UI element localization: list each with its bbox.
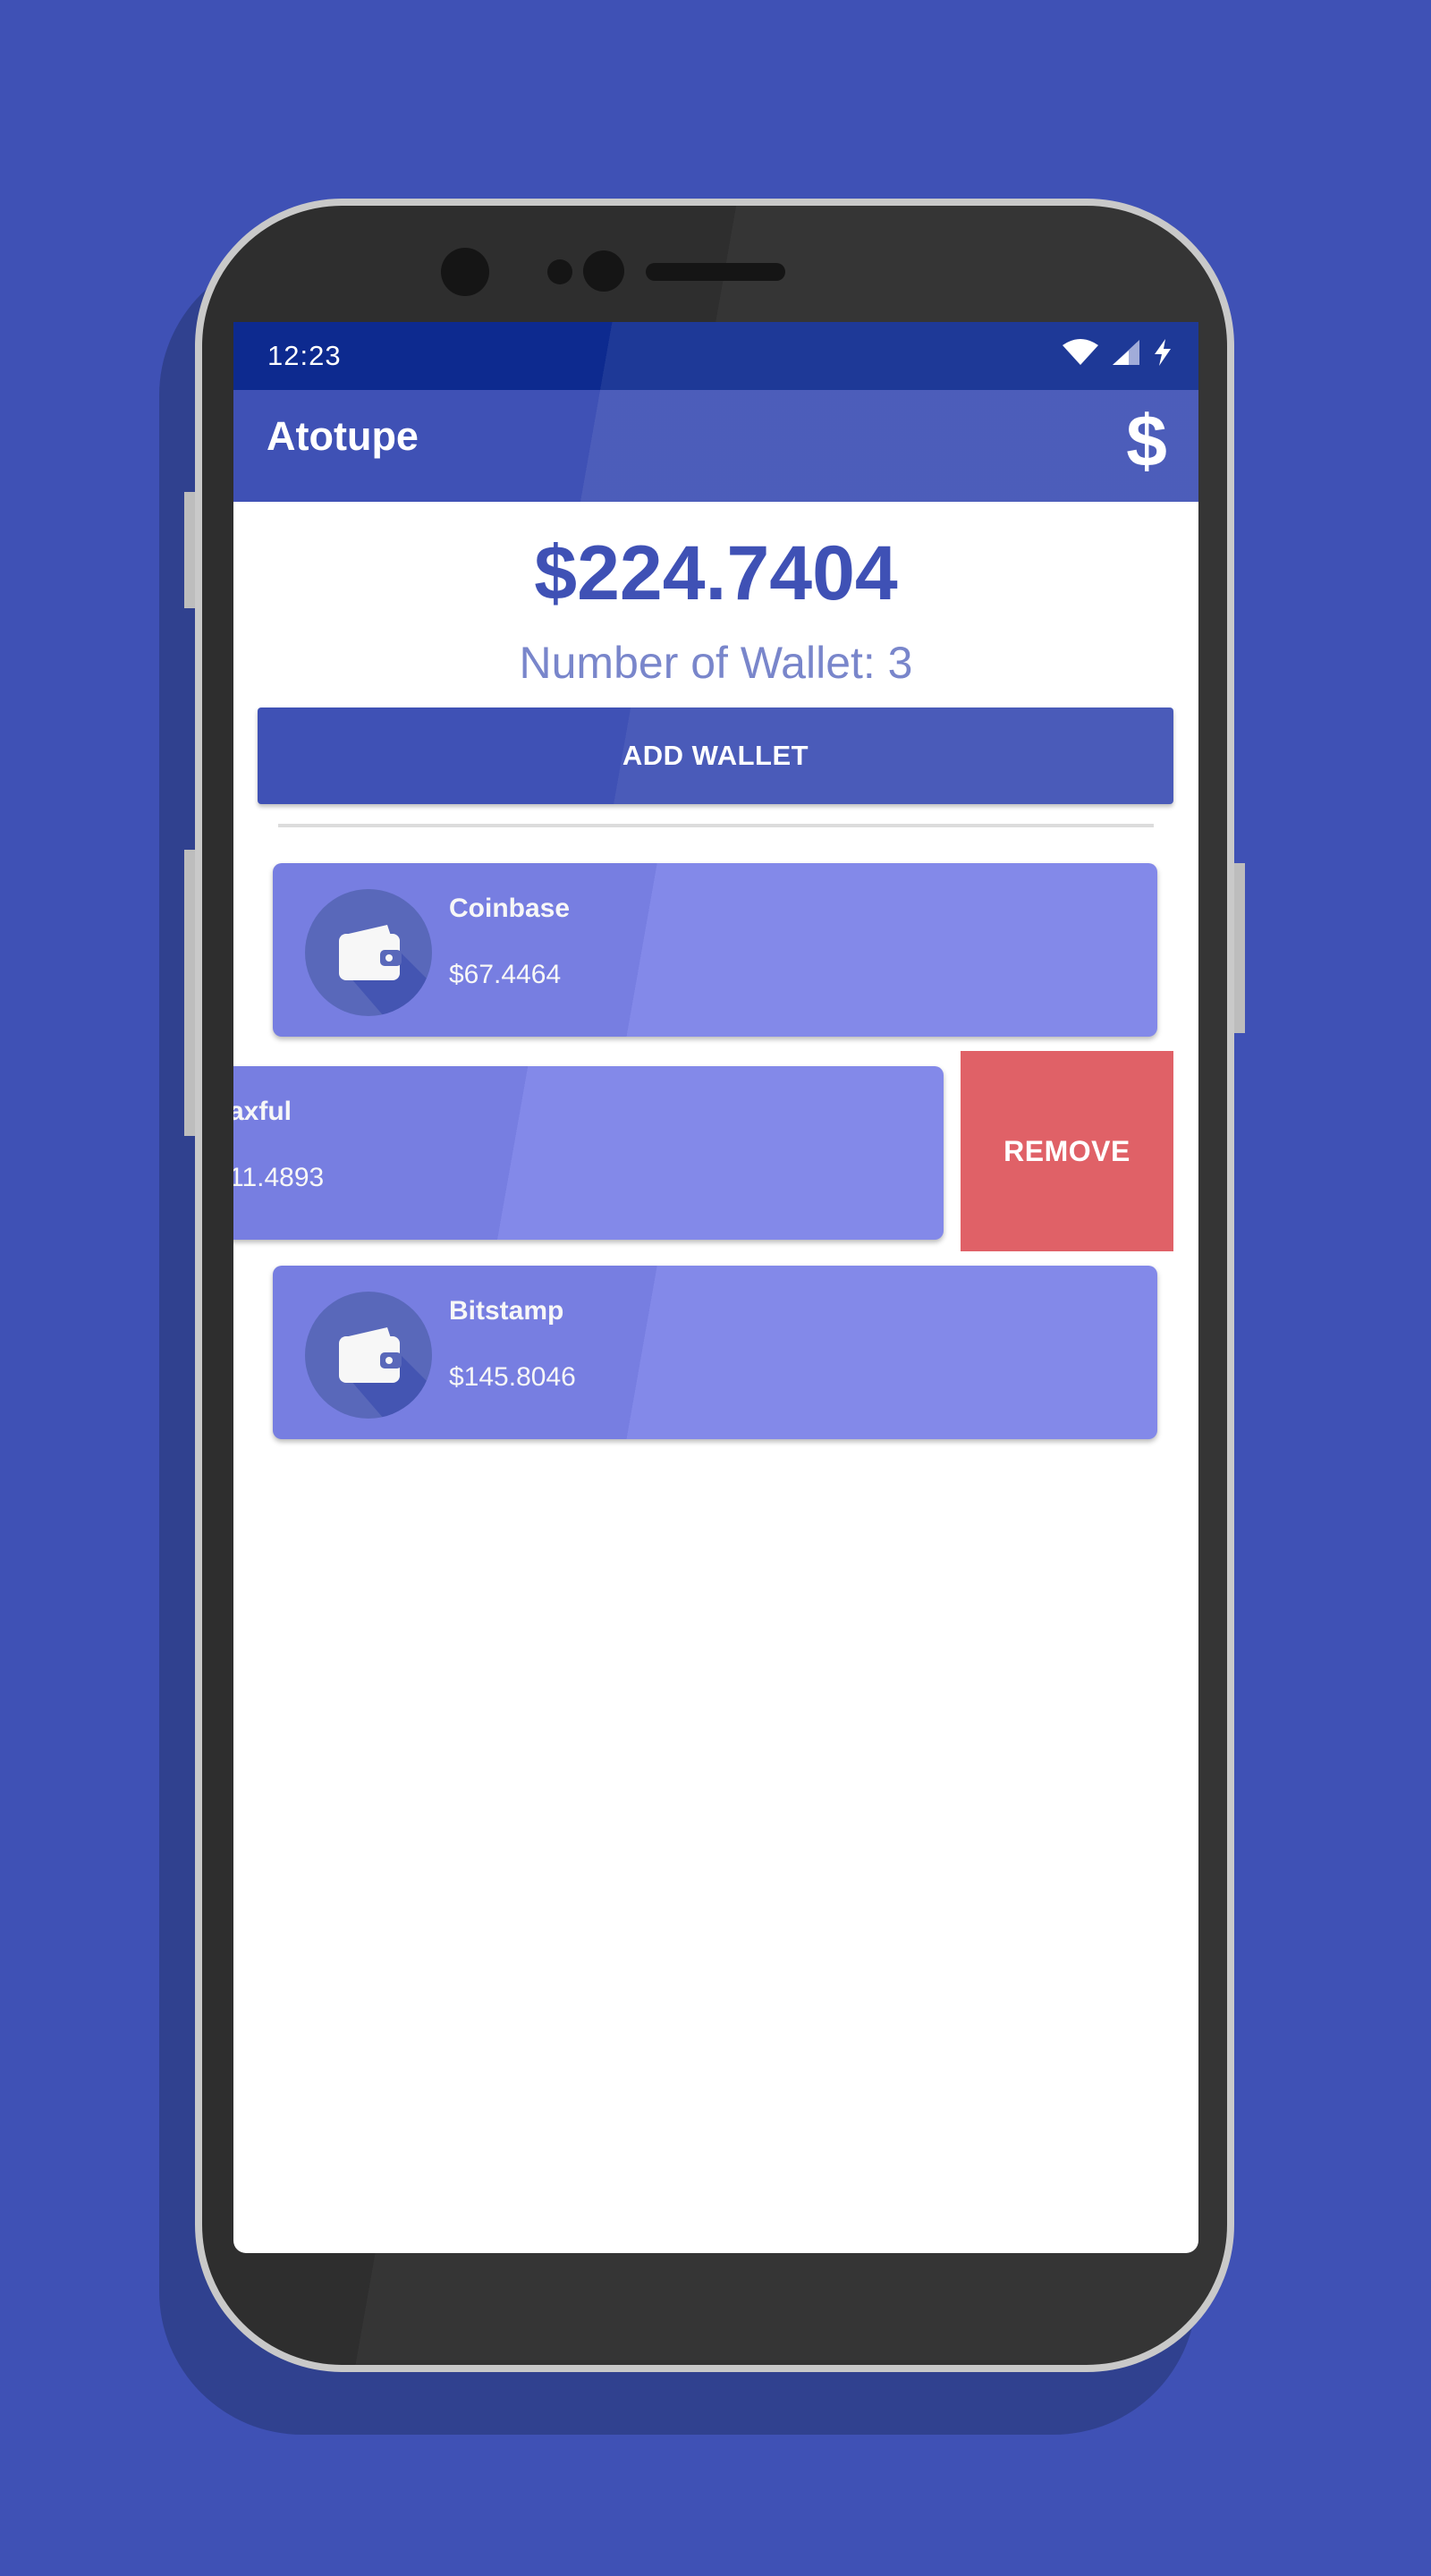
wifi-icon bbox=[1063, 339, 1098, 365]
app-title: Atotupe bbox=[267, 413, 419, 459]
wallet-name: Bitstamp bbox=[449, 1296, 564, 1326]
wallet-amount: $67.4464 bbox=[449, 960, 562, 989]
signal-icon bbox=[1113, 340, 1139, 365]
remove-button[interactable]: REMOVE bbox=[961, 1051, 1173, 1251]
wallet-card-coinbase[interactable]: Coinbase $67.4464 bbox=[273, 863, 1157, 1037]
currency-button[interactable]: $ bbox=[1120, 404, 1173, 479]
wallet-amount: 11.4893 bbox=[233, 1163, 325, 1192]
secondary-camera bbox=[583, 250, 624, 292]
wallet-avatar bbox=[305, 889, 432, 1016]
total-balance: $224.7404 bbox=[534, 530, 898, 616]
wallet-count: Number of Wallet: 3 bbox=[519, 638, 913, 688]
front-camera bbox=[441, 248, 489, 296]
app-screen: 12:23 Atotupe $ $224.7404 Number of Wall… bbox=[233, 322, 1198, 2253]
wallet-card-bitstamp[interactable]: Bitstamp $145.8046 bbox=[273, 1266, 1157, 1439]
battery-charging-icon bbox=[1155, 339, 1171, 366]
earpiece-speaker bbox=[646, 263, 785, 281]
card-reflection bbox=[233, 1066, 944, 1240]
wallet-card-swiped[interactable]: axful 11.4893 bbox=[233, 1066, 944, 1240]
wallet-amount: $145.8046 bbox=[449, 1362, 576, 1392]
wallet-avatar bbox=[305, 1292, 432, 1419]
proximity-sensor bbox=[547, 259, 572, 284]
divider bbox=[278, 824, 1154, 827]
status-bar: 12:23 bbox=[233, 322, 1198, 390]
status-icons bbox=[1061, 338, 1173, 367]
add-wallet-button[interactable]: ADD WALLET bbox=[258, 708, 1173, 804]
wallet-icon bbox=[339, 1327, 432, 1419]
wallet-icon bbox=[339, 925, 432, 1016]
wallet-name: axful bbox=[233, 1097, 292, 1126]
wallet-name: Coinbase bbox=[449, 894, 571, 923]
status-time: 12:23 bbox=[267, 340, 342, 371]
phone-side-button-3 bbox=[1232, 863, 1245, 1033]
